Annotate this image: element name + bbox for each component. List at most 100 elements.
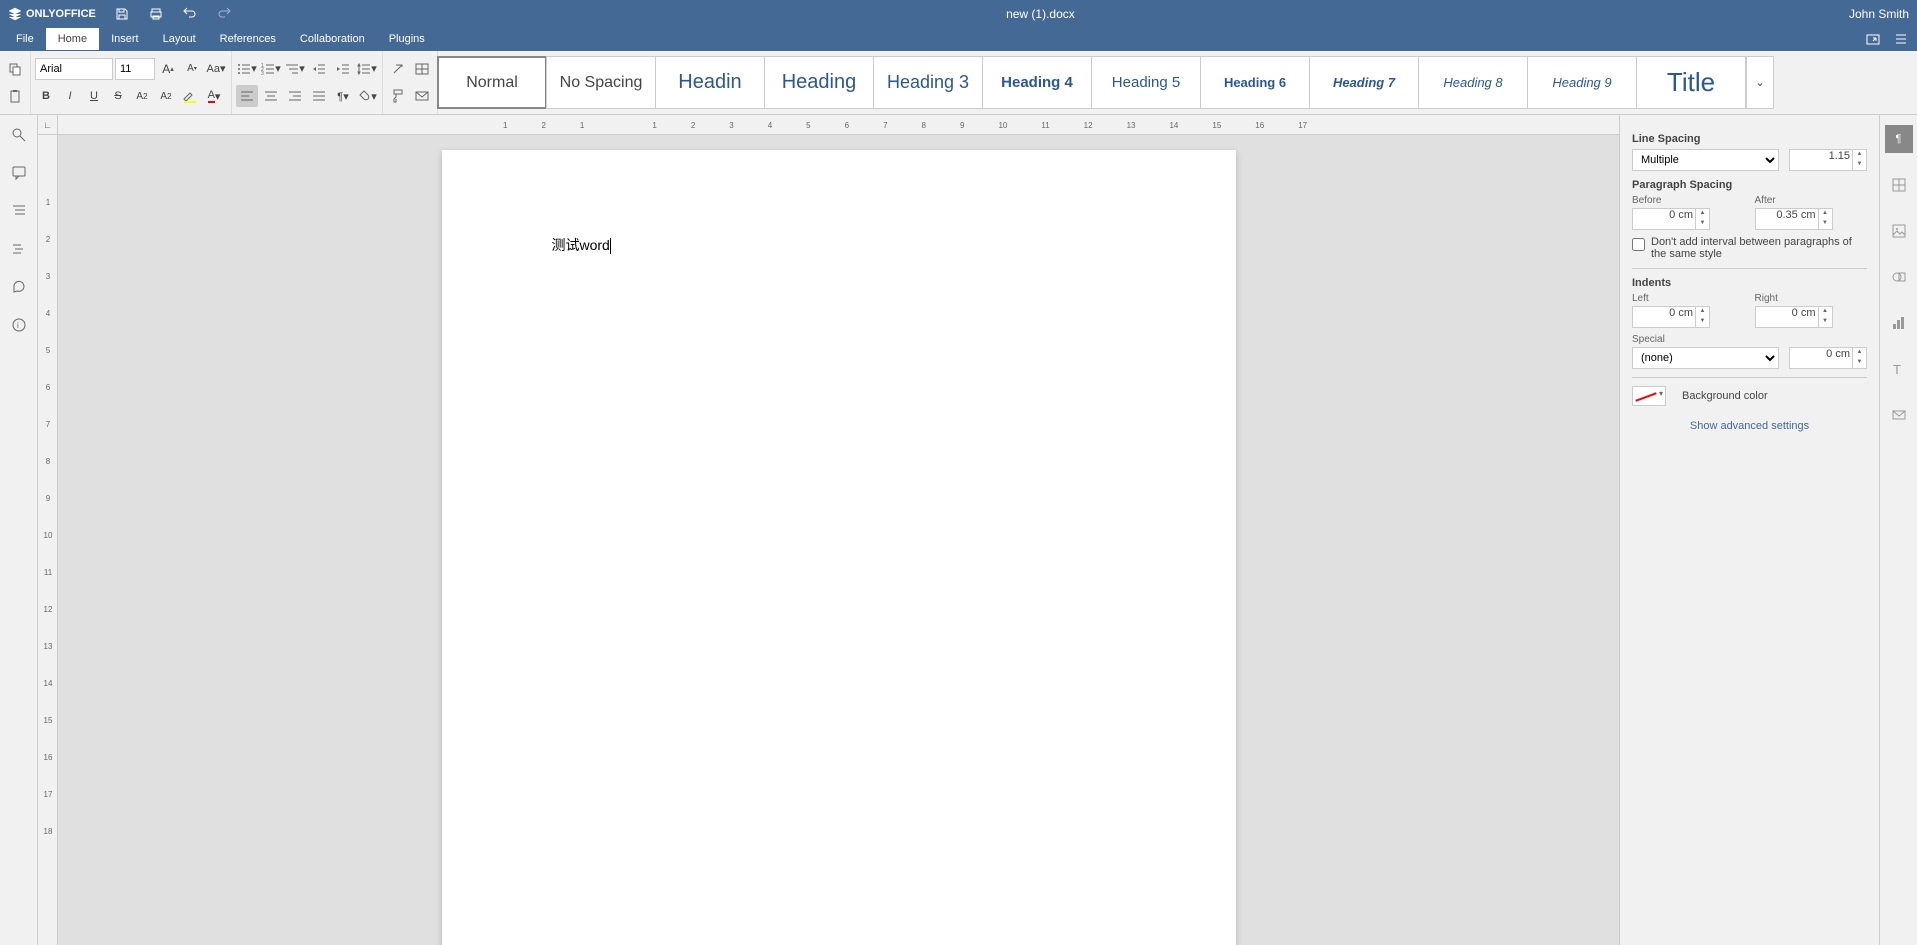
spacing-after-value[interactable]: 0.35 cm▲▼ bbox=[1755, 208, 1833, 230]
mail-tab-icon[interactable] bbox=[1885, 401, 1913, 429]
superscript-icon[interactable]: A2 bbox=[131, 85, 153, 107]
tab-plugins[interactable]: Plugins bbox=[377, 28, 437, 50]
document-page[interactable]: 测试word bbox=[442, 150, 1236, 945]
table-tab-icon[interactable] bbox=[1885, 171, 1913, 199]
style-heading-7[interactable]: Heading 7 bbox=[1309, 56, 1419, 109]
indent-left-value[interactable]: 0 cm▲▼ bbox=[1632, 306, 1710, 328]
menu-icon[interactable] bbox=[1893, 31, 1909, 47]
indent-dec-icon[interactable] bbox=[308, 58, 330, 80]
style-heading-6[interactable]: Heading 6 bbox=[1200, 56, 1310, 109]
tab-home[interactable]: Home bbox=[46, 28, 99, 50]
svg-text:3: 3 bbox=[261, 71, 264, 76]
vertical-ruler[interactable]: 123456789101112131415161718 bbox=[38, 135, 58, 945]
tab-layout[interactable]: Layout bbox=[151, 28, 208, 50]
bg-color-label: Background color bbox=[1682, 390, 1768, 402]
highlight-icon[interactable] bbox=[179, 85, 201, 107]
no-interval-label: Don't add interval between paragraphs of… bbox=[1651, 236, 1867, 260]
paragraph-tab-icon[interactable]: ¶ bbox=[1885, 125, 1913, 153]
special-indent-mode[interactable]: (none) bbox=[1632, 347, 1779, 369]
undo-icon[interactable] bbox=[182, 6, 198, 22]
underline-icon[interactable]: U bbox=[83, 85, 105, 107]
font-grow-icon[interactable]: A▴ bbox=[157, 58, 179, 80]
format-painter-icon[interactable] bbox=[387, 85, 409, 107]
open-location-icon[interactable] bbox=[1865, 31, 1881, 47]
align-left-icon[interactable] bbox=[236, 85, 258, 107]
style-heading-8[interactable]: Heading 8 bbox=[1418, 56, 1528, 109]
feedback-icon[interactable]: i bbox=[9, 315, 29, 335]
indent-inc-icon[interactable] bbox=[332, 58, 354, 80]
style-heading-3[interactable]: Heading bbox=[764, 56, 874, 109]
image-tab-icon[interactable] bbox=[1885, 217, 1913, 245]
ruler-corner: ∟ bbox=[38, 115, 58, 135]
user-name[interactable]: John Smith bbox=[1849, 7, 1909, 21]
style-heading-2[interactable]: Headin bbox=[655, 56, 765, 109]
after-label: After bbox=[1755, 195, 1868, 206]
navigation-icon[interactable] bbox=[9, 239, 29, 259]
shading-icon[interactable]: ▾ bbox=[356, 85, 378, 107]
tab-file[interactable]: File bbox=[4, 28, 46, 50]
para-spacing-label: Paragraph Spacing bbox=[1632, 179, 1867, 191]
before-label: Before bbox=[1632, 195, 1745, 206]
tab-collaboration[interactable]: Collaboration bbox=[288, 28, 377, 50]
style-title[interactable]: Title bbox=[1636, 56, 1746, 109]
font-size-input[interactable] bbox=[115, 58, 155, 80]
font-shrink-icon[interactable]: A▾ bbox=[181, 58, 203, 80]
style-heading-5[interactable]: Heading 5 bbox=[1091, 56, 1201, 109]
style-heading-3b[interactable]: Heading 3 bbox=[873, 56, 983, 109]
style-heading-4[interactable]: Heading 4 bbox=[982, 56, 1092, 109]
insert-table-icon[interactable] bbox=[411, 58, 433, 80]
print-icon[interactable] bbox=[148, 6, 164, 22]
align-center-icon[interactable] bbox=[260, 85, 282, 107]
bg-color-picker[interactable] bbox=[1632, 386, 1666, 406]
textart-tab-icon[interactable]: T bbox=[1885, 355, 1913, 383]
document-title: new (1).docx bbox=[232, 7, 1849, 21]
tab-insert[interactable]: Insert bbox=[99, 28, 151, 50]
style-normal[interactable]: Normal bbox=[437, 56, 547, 109]
italic-icon[interactable]: I bbox=[59, 85, 81, 107]
chat-icon[interactable] bbox=[9, 277, 29, 297]
mail-merge-icon[interactable] bbox=[411, 85, 433, 107]
bold-icon[interactable]: B bbox=[35, 85, 57, 107]
advanced-settings-link[interactable]: Show advanced settings bbox=[1632, 420, 1867, 432]
tab-references[interactable]: References bbox=[208, 28, 288, 50]
multilevel-icon[interactable]: ▾ bbox=[284, 58, 306, 80]
nonprinting-icon[interactable]: ¶▾ bbox=[332, 85, 354, 107]
line-spacing-value[interactable]: 1.15▲▼ bbox=[1789, 149, 1867, 171]
numbering-icon[interactable]: 123▾ bbox=[260, 58, 282, 80]
special-indent-value[interactable]: 0 cm▲▼ bbox=[1789, 347, 1867, 369]
no-interval-checkbox[interactable] bbox=[1632, 238, 1645, 251]
svg-text:T: T bbox=[1893, 362, 1901, 377]
change-case-icon[interactable]: Aa▾ bbox=[205, 58, 227, 80]
indent-left-label: Left bbox=[1632, 293, 1745, 304]
indent-right-value[interactable]: 0 cm▲▼ bbox=[1755, 306, 1833, 328]
clear-style-icon[interactable] bbox=[387, 58, 409, 80]
horizontal-ruler[interactable]: 1211234567891011121314151617 bbox=[58, 115, 1619, 135]
shape-tab-icon[interactable] bbox=[1885, 263, 1913, 291]
chart-tab-icon[interactable] bbox=[1885, 309, 1913, 337]
font-color-icon[interactable]: A▾ bbox=[203, 85, 225, 107]
line-spacing-icon[interactable]: ▾ bbox=[356, 58, 378, 80]
align-justify-icon[interactable] bbox=[308, 85, 330, 107]
styles-expand-icon[interactable]: ⌄ bbox=[1746, 56, 1774, 109]
copy-icon[interactable] bbox=[4, 58, 26, 80]
document-body-text[interactable]: 测试word bbox=[552, 237, 610, 253]
search-icon[interactable] bbox=[9, 125, 29, 145]
style-heading-9[interactable]: Heading 9 bbox=[1527, 56, 1637, 109]
redo-icon[interactable] bbox=[216, 6, 232, 22]
menubar: File Home Insert Layout References Colla… bbox=[0, 27, 1917, 51]
spacing-before-value[interactable]: 0 cm▲▼ bbox=[1632, 208, 1710, 230]
align-right-icon[interactable] bbox=[284, 85, 306, 107]
right-sidebar: ¶ T bbox=[1879, 115, 1917, 945]
line-spacing-label: Line Spacing bbox=[1632, 133, 1867, 145]
style-no-spacing[interactable]: No Spacing bbox=[546, 56, 656, 109]
paste-icon[interactable] bbox=[4, 85, 26, 107]
line-spacing-mode[interactable]: Multiple bbox=[1632, 149, 1779, 171]
bullets-icon[interactable]: ▾ bbox=[236, 58, 258, 80]
subscript-icon[interactable]: A2 bbox=[155, 85, 177, 107]
strike-icon[interactable]: S bbox=[107, 85, 129, 107]
headings-icon[interactable] bbox=[9, 201, 29, 221]
comments-icon[interactable] bbox=[9, 163, 29, 183]
font-name-input[interactable] bbox=[35, 58, 113, 80]
save-icon[interactable] bbox=[114, 6, 130, 22]
app-logo: ONLYOFFICE bbox=[8, 7, 96, 21]
